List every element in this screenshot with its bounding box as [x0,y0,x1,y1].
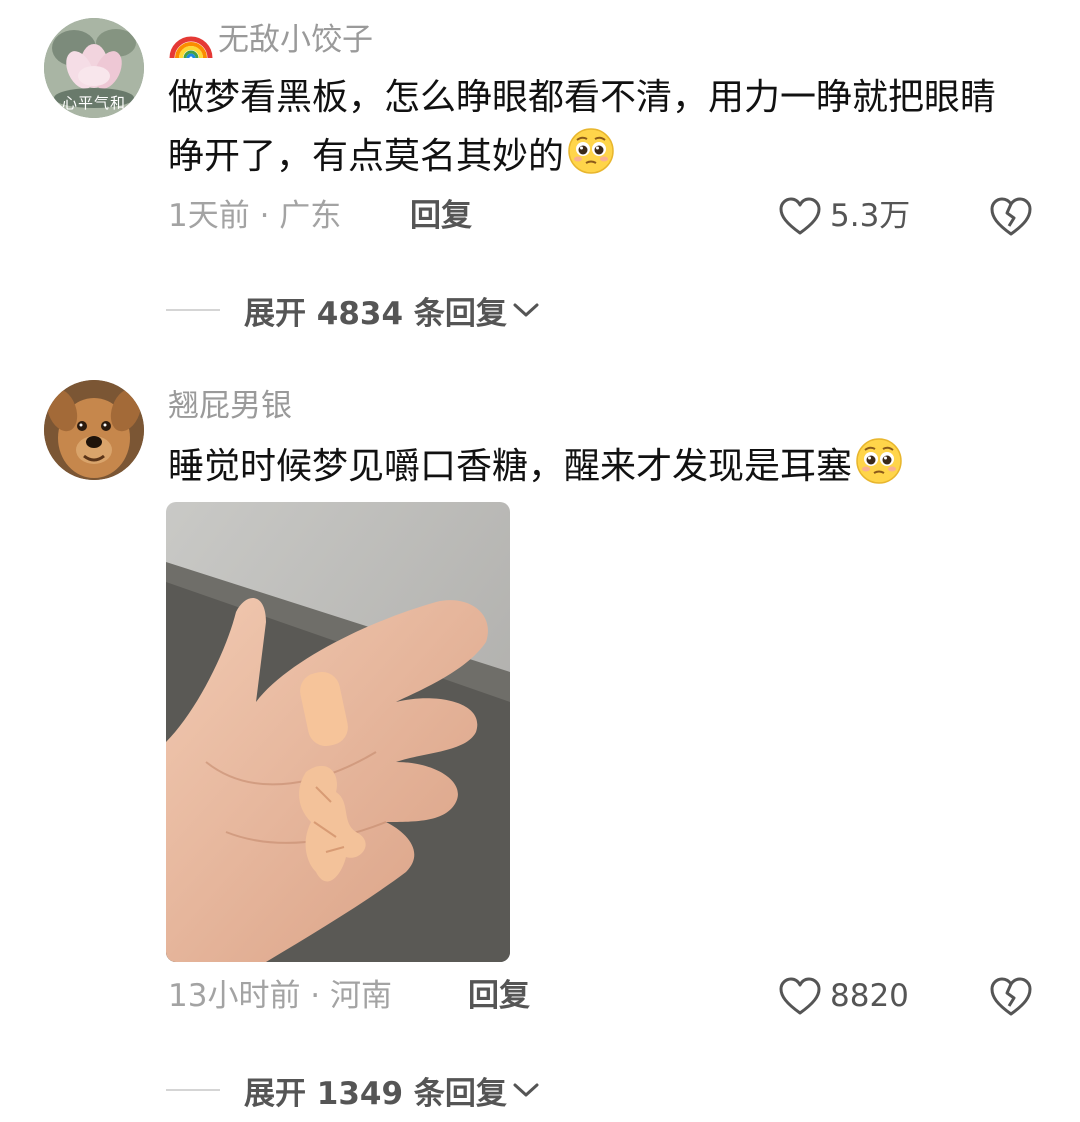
username-label: 无敌小饺子 [218,22,373,58]
comment-text: 睡觉时候梦见嚼口香糖，醒来才发现是耳塞 [168,436,1028,495]
comment-item: 心平气和 无敌小饺子 做梦看黑板，怎么睁眼都看不清，用力一睁就把眼睛睁开了，有点… [0,0,1080,360]
time-location: 1天前 · 广东 [168,198,342,234]
attached-photo[interactable] [166,502,510,962]
rainbow-icon [169,36,213,59]
like-count: 8820 [830,978,909,1014]
heart-icon [779,197,821,235]
reply-button[interactable]: 回复 [410,196,472,236]
divider-line [166,309,220,311]
broken-heart-icon[interactable] [988,193,1034,239]
chevron-down-icon [513,303,539,317]
heart-icon [779,977,821,1015]
like-button[interactable]: 5.3万 [778,196,910,236]
avatar[interactable]: 心平气和 [44,18,144,118]
like-count: 5.3万 [830,198,911,234]
username[interactable]: 翘屁男银 [168,386,292,426]
expand-replies-label: 展开 4834 条回复 [244,295,507,332]
time-location: 13小时前 · 河南 [168,978,393,1014]
comment-text: 做梦看黑板，怎么睁眼都看不清，用力一睁就把眼睛睁开了，有点莫名其妙的 [168,70,1028,185]
avatar[interactable] [44,380,144,480]
divider-line [166,1089,220,1091]
pleading-face-emoji [568,128,614,174]
expand-replies-button[interactable]: 展开 4834 条回复 [166,290,541,332]
comment-text-body: 睡觉时候梦见嚼口香糖，醒来才发现是耳塞 [168,446,853,487]
comment-item: 翘屁男银 睡觉时候梦见嚼口香糖，醒来才发现是耳塞 13小时前 · 河南 回复 8… [0,362,1080,1122]
reply-button[interactable]: 回复 [468,976,530,1016]
pleading-face-emoji [856,438,902,484]
like-button[interactable]: 8820 [778,976,909,1016]
broken-heart-icon[interactable] [988,973,1034,1019]
expand-replies-label: 展开 1349 条回复 [244,1075,507,1112]
username[interactable]: 无敌小饺子 [168,20,373,60]
expand-replies-button[interactable]: 展开 1349 条回复 [166,1070,541,1112]
chevron-down-icon [513,1083,539,1097]
avatar-caption: 心平气和 [61,94,126,112]
